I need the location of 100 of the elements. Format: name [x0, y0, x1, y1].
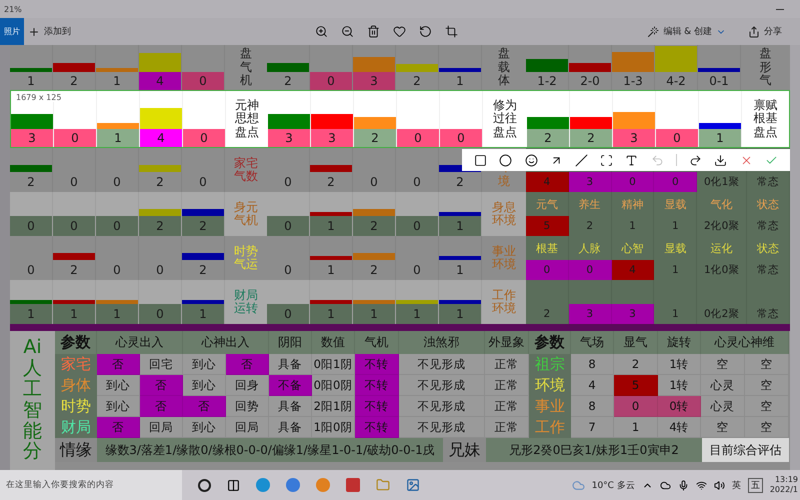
- edit-create-button[interactable]: 编辑 & 创建: [643, 23, 730, 40]
- table-cell: 0阳0阴: [312, 375, 355, 396]
- ellipse-tool-icon[interactable]: [499, 154, 512, 166]
- value-cell: 2: [353, 216, 395, 236]
- value-cell: 0: [568, 260, 612, 280]
- rectangle-tool-icon[interactable]: [474, 154, 488, 166]
- table-cell: 不转: [355, 396, 399, 417]
- minimize-icon[interactable]: [776, 8, 784, 10]
- value-cell: 1: [353, 304, 395, 324]
- value-cell: 1: [654, 260, 698, 280]
- value-cell: 1: [439, 216, 481, 236]
- value-cell: 4: [139, 72, 181, 90]
- table-cell: 回身: [226, 375, 269, 396]
- input-language[interactable]: 英: [732, 478, 741, 492]
- value-cell: 0: [526, 260, 569, 280]
- value-cell: 1: [96, 304, 138, 324]
- mic-icon[interactable]: [678, 480, 689, 490]
- value-cell: 0: [396, 216, 438, 236]
- table-cell: 否: [140, 396, 183, 417]
- value-cell: 3: [268, 129, 310, 147]
- value-cell: 1: [310, 304, 352, 324]
- column-heading: 运化: [697, 236, 748, 260]
- plus-icon: [28, 26, 40, 38]
- text-tool-icon[interactable]: [625, 154, 638, 166]
- value-cell: 4: [526, 172, 569, 192]
- crop-icon[interactable]: [445, 25, 458, 38]
- smiley-icon[interactable]: [524, 154, 538, 166]
- delete-icon[interactable]: [367, 25, 380, 38]
- value-cell: 常态: [747, 260, 790, 280]
- value-cell: 2: [570, 129, 612, 147]
- search-field[interactable]: 在这里输入你要搜索的内容: [0, 470, 182, 500]
- table-cell: 0转: [658, 396, 701, 417]
- cloud-icon[interactable]: [660, 480, 671, 490]
- table-cell: 1阳0阴: [312, 417, 355, 438]
- table-cell: 0阳1阴: [312, 354, 355, 375]
- input-mode[interactable]: 五: [748, 478, 763, 492]
- rotate-icon[interactable]: [419, 25, 432, 38]
- value-cell: 1: [654, 216, 698, 236]
- value-cell: 3: [568, 304, 612, 324]
- table-cell: 不见形成: [399, 354, 485, 375]
- row-label: 工作环境: [482, 280, 526, 324]
- weather-text[interactable]: 10°C 多云: [592, 478, 635, 492]
- table-cell: 兄形2癸0巳亥1/妹形1壬0寅申2: [486, 438, 702, 462]
- circle-icon[interactable]: [198, 478, 211, 492]
- column-heading: 状态: [747, 192, 790, 216]
- task-view-icon[interactable]: [227, 478, 240, 492]
- table-cell: 空: [701, 417, 745, 438]
- column-heading: 气机: [355, 331, 399, 354]
- value-cell: 0化1聚: [697, 172, 748, 192]
- line-tool-icon[interactable]: [574, 154, 588, 166]
- value-cell: 3: [11, 129, 53, 147]
- table-cell: 缘数3/落差1/缘散0/缘根0-0-0/偏缘1/缘星1-0-1/破劫0-0-1戌: [97, 438, 443, 462]
- table-cell: 不转: [355, 417, 399, 438]
- value-cell: 0: [267, 216, 309, 236]
- column-heading: 外显象: [485, 331, 529, 354]
- value-cell: 0: [183, 129, 225, 147]
- row-label: 祖宗: [529, 354, 571, 375]
- value-cell: 2: [354, 129, 396, 147]
- clock[interactable]: 13:19 2022/1: [770, 475, 798, 495]
- share-button[interactable]: 分享: [744, 23, 786, 40]
- redo-icon[interactable]: [689, 154, 702, 166]
- photos-button[interactable]: 照片: [0, 18, 24, 45]
- value-cell: 2: [526, 304, 569, 324]
- table-cell: 4转: [658, 417, 701, 438]
- column-heading: 状态: [747, 236, 790, 260]
- value-cell: 0: [53, 216, 95, 236]
- table-cell: 正常: [485, 354, 529, 375]
- table-cell: 否: [140, 375, 183, 396]
- value-cell: 2化0聚: [697, 216, 748, 236]
- table-cell: 不见形成: [399, 396, 485, 417]
- value-cell: 0: [139, 304, 181, 324]
- value-cell: 4: [140, 129, 182, 147]
- value-cell: 1: [97, 129, 139, 147]
- photos-icon[interactable]: [406, 478, 420, 492]
- value-cell: 0: [54, 129, 96, 147]
- table-cell: 1转: [658, 354, 701, 375]
- browser-icon[interactable]: [286, 478, 300, 492]
- value-cell: 1: [310, 216, 352, 236]
- value-cell: 4: [612, 260, 654, 280]
- table-cell: 4: [571, 375, 614, 396]
- column-heading: 参数: [529, 331, 571, 354]
- value-cell: 1化0聚: [697, 260, 748, 280]
- row-label: 身息环境: [482, 192, 526, 236]
- row-label: 家宅: [55, 354, 97, 375]
- column-heading: 显载: [654, 236, 698, 260]
- column-heading: 阴阳: [269, 331, 312, 354]
- wand-icon: [647, 26, 660, 38]
- wifi-icon[interactable]: [696, 480, 707, 490]
- zoom-in-icon[interactable]: [315, 25, 328, 38]
- value-cell: 0: [397, 129, 439, 147]
- value-cell: 3: [353, 72, 395, 90]
- selection-size-tooltip: 1679 x 125: [15, 93, 62, 102]
- column-heading: 根基: [526, 236, 569, 260]
- add-to-button[interactable]: 添加到: [24, 23, 75, 40]
- column-heading: 气化: [697, 192, 748, 216]
- value-cell: 1: [396, 304, 438, 324]
- volume-icon[interactable]: [714, 480, 725, 490]
- heart-icon[interactable]: [393, 25, 406, 38]
- zoom-out-icon[interactable]: [341, 25, 354, 38]
- download-icon[interactable]: [714, 154, 728, 166]
